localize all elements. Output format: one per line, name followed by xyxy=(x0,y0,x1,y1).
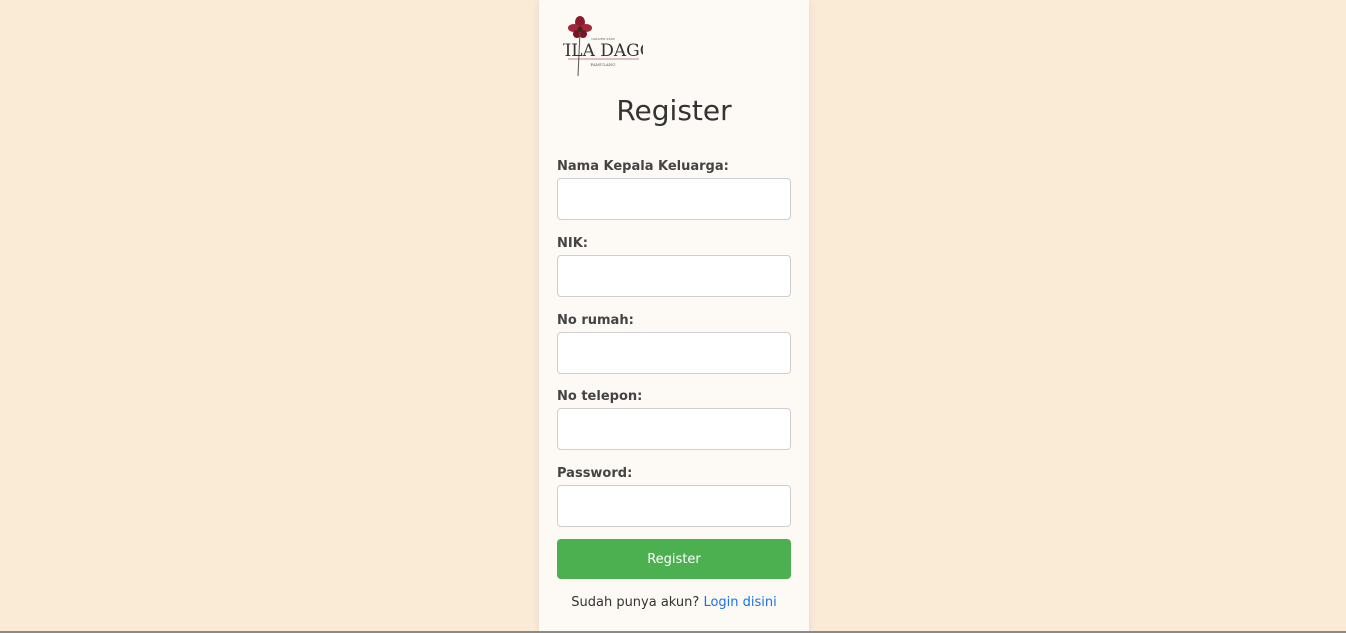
register-card: GOLDEN STAR VILA DAGO PAMULANG Register … xyxy=(539,0,809,633)
no-telepon-label: No telepon: xyxy=(557,389,643,404)
no-telepon-field: No telepon: xyxy=(557,388,791,450)
no-telepon-input[interactable] xyxy=(557,408,791,450)
no-rumah-input[interactable] xyxy=(557,332,791,374)
svg-text:VILA DAGO: VILA DAGO xyxy=(563,41,643,61)
nama-kepala-keluarga-input[interactable] xyxy=(557,178,791,220)
nama-kepala-keluarga-field: Nama Kepala Keluarga: xyxy=(557,158,791,220)
page-title: Register xyxy=(616,94,732,127)
vila-dago-logo: GOLDEN STAR VILA DAGO PAMULANG xyxy=(563,16,643,77)
svg-text:PAMULANG: PAMULANG xyxy=(591,62,616,67)
no-rumah-field: No rumah: xyxy=(557,312,791,374)
register-button[interactable]: Register xyxy=(557,539,791,579)
login-prompt: Sudah punya akun? Login disini xyxy=(539,594,809,612)
nik-input[interactable] xyxy=(557,255,791,297)
nik-field: NIK: xyxy=(557,235,791,297)
password-field: Password: xyxy=(557,465,791,527)
nama-kepala-keluarga-label: Nama Kepala Keluarga: xyxy=(557,159,729,174)
no-rumah-label: No rumah: xyxy=(557,313,634,328)
password-label: Password: xyxy=(557,466,633,481)
login-prompt-text: Sudah punya akun? xyxy=(571,595,700,610)
login-link[interactable]: Login disini xyxy=(703,595,776,610)
password-input[interactable] xyxy=(557,485,791,527)
nik-label: NIK: xyxy=(557,236,588,251)
